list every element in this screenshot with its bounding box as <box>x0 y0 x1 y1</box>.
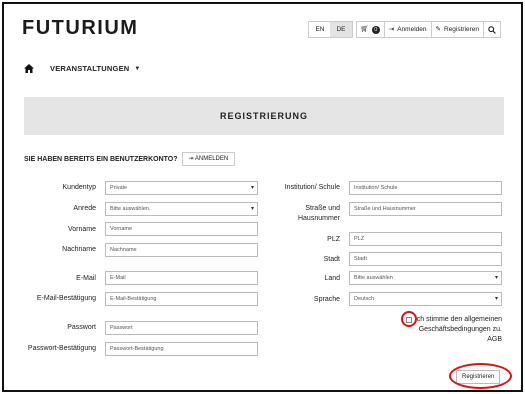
login-button[interactable]: ⇥ Anmelden <box>383 21 432 38</box>
login-label: Anmelden <box>397 26 427 33</box>
password-field[interactable]: Passwort <box>105 321 258 335</box>
label-institution: Institution/ Schule <box>284 184 340 191</box>
cart-icon: 🛒︎ <box>360 26 369 33</box>
anrede-select[interactable]: Bitte auswählen. <box>105 202 258 216</box>
logo[interactable]: FUTURIUM <box>22 17 138 40</box>
language-switcher: EN DE <box>308 21 353 38</box>
search-icon <box>488 25 496 34</box>
main-nav: VERANSTALTUNGEN ▼ <box>24 64 140 73</box>
search-button[interactable] <box>483 21 501 38</box>
label-vorname: Vorname <box>67 226 96 233</box>
label-email-confirm: E-Mail-Bestätigung <box>36 295 96 302</box>
label-strasse: Straße und Hausnummer <box>297 205 340 222</box>
label-passwort-confirm: Passwort-Bestätigung <box>27 345 96 352</box>
register-button[interactable]: ✎ Registrieren <box>430 21 484 38</box>
label-anrede: Anrede <box>73 205 96 212</box>
lang-en[interactable]: EN <box>309 22 330 37</box>
account-prompt: SIE HABEN BEREITS EIN BENUTZERKONTO? ⇥ A… <box>24 152 236 166</box>
register-label: Registrieren <box>443 26 479 33</box>
login-icon: ⇥ <box>388 26 395 33</box>
top-nav: EN DE 🛒︎ 0 ⇥ Anmelden ✎ Registrieren <box>308 21 501 38</box>
chevron-down-icon[interactable]: ▼ <box>134 66 140 72</box>
page-title: REGISTRIERUNG <box>24 97 504 135</box>
label-email: E-Mail <box>76 275 96 282</box>
login-icon: ⇥ <box>188 156 194 162</box>
pencil-icon: ✎ <box>435 26 441 33</box>
label-stadt: Stadt <box>323 256 340 263</box>
lang-de[interactable]: DE <box>330 22 352 37</box>
cart-button[interactable]: 🛒︎ 0 <box>355 21 385 38</box>
home-icon[interactable] <box>24 64 34 73</box>
account-login-label: ANMELDEN <box>194 156 229 162</box>
label-passwort: Passwort <box>67 324 96 331</box>
page-frame: FUTURIUM EN DE 🛒︎ 0 ⇥ Anmelden ✎ Registr… <box>2 2 523 392</box>
account-question: SIE HABEN BEREITS EIN BENUTZERKONTO? <box>24 155 178 163</box>
nachname-input[interactable]: Nachname <box>105 243 258 257</box>
email-field[interactable]: E-Mail <box>105 271 258 285</box>
street-input[interactable]: Straße und Hausnummer <box>349 202 502 216</box>
cart-count: 0 <box>371 25 380 34</box>
city-input[interactable]: Stadt <box>349 252 502 266</box>
vorname-input[interactable]: Vorname <box>105 222 258 236</box>
password-confirm-field[interactable]: Passwort-Bestätigung <box>105 342 258 356</box>
menu-veranstaltungen[interactable]: VERANSTALTUNGEN <box>50 64 129 73</box>
label-nachname: Nachname <box>62 246 96 253</box>
label-land: Land <box>324 275 340 282</box>
label-sprache: Sprache <box>313 296 340 303</box>
highlight-circle-submit <box>449 363 512 389</box>
agb-text: Ich stimme den allgemeinen Geschäftsbedi… <box>414 316 502 343</box>
highlight-circle-checkbox <box>401 311 417 327</box>
country-select[interactable]: Bitte auswählen <box>349 271 502 285</box>
email-confirm-field[interactable]: E-Mail-Bestätigung <box>105 292 258 306</box>
label-plz: PLZ <box>327 236 340 243</box>
language-select[interactable]: Deutsch <box>349 292 502 306</box>
plz-input[interactable]: PLZ <box>349 232 502 246</box>
institution-input[interactable]: Institution/ Schule <box>349 181 502 195</box>
label-kundentyp: Kundentyp <box>62 184 96 191</box>
account-login-button[interactable]: ⇥ ANMELDEN <box>181 152 236 166</box>
kundentyp-select[interactable]: Private <box>105 181 258 195</box>
